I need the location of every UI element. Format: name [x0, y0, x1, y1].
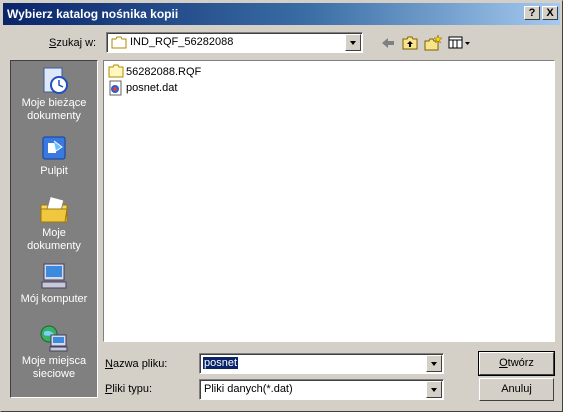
network-places-icon: [40, 325, 68, 352]
places-bar: Moje bieżące dokumenty Pulpit Moje dokum…: [10, 60, 98, 398]
filetype-value: Pliki danych(*.dat): [204, 383, 293, 395]
folder-icon: [108, 64, 124, 78]
open-button[interactable]: Otwórz: [478, 351, 555, 376]
desktop-icon: [42, 136, 66, 160]
filetype-label: Pliki typu:: [105, 383, 153, 395]
filetype-dropdown-button[interactable]: [426, 381, 442, 398]
title-bar: Wybierz katalog nośnika kopii ? X: [3, 3, 560, 25]
look-in-dropdown-button[interactable]: [345, 34, 361, 51]
look-in-dropdown[interactable]: IND_RQF_56282088: [106, 32, 363, 53]
filetype-dropdown[interactable]: Pliki danych(*.dat): [199, 379, 444, 400]
place-network-places[interactable]: Moje miejsca sieciowe: [11, 323, 97, 381]
place-my-computer[interactable]: Mój komputer: [11, 261, 97, 306]
new-folder-icon[interactable]: [423, 34, 443, 52]
up-folder-icon[interactable]: [401, 34, 419, 52]
view-menu-icon[interactable]: [447, 34, 473, 52]
close-button[interactable]: X: [542, 6, 558, 20]
dat-file-icon: [109, 80, 122, 96]
place-recent-documents[interactable]: Moje bieżące dokumenty: [11, 65, 97, 123]
filename-value: posnet: [203, 357, 239, 369]
my-computer-icon: [41, 263, 67, 289]
back-arrow-icon[interactable]: [379, 34, 397, 52]
file-dialog: Wybierz katalog nośnika kopii ? X Szukaj…: [0, 0, 563, 412]
window-title: Wybierz katalog nośnika kopii: [7, 7, 179, 21]
file-list[interactable]: 56282088.RQF posnet.dat: [103, 60, 555, 342]
place-my-documents[interactable]: Moje dokumenty: [11, 195, 97, 253]
look-in-value: IND_RQF_56282088: [130, 36, 234, 48]
cancel-button[interactable]: Anuluj: [479, 378, 554, 401]
place-desktop[interactable]: Pulpit: [11, 133, 97, 178]
filename-input[interactable]: posnet: [199, 353, 444, 374]
help-button[interactable]: ?: [524, 6, 540, 20]
filename-dropdown-button[interactable]: [426, 355, 442, 372]
look-in-label: Szukaj w:: [49, 37, 97, 49]
filename-label: Nazwa pliku:: [105, 358, 168, 370]
recent-documents-icon: [43, 67, 68, 94]
my-documents-icon: [40, 195, 68, 223]
folder-icon: [111, 36, 127, 49]
